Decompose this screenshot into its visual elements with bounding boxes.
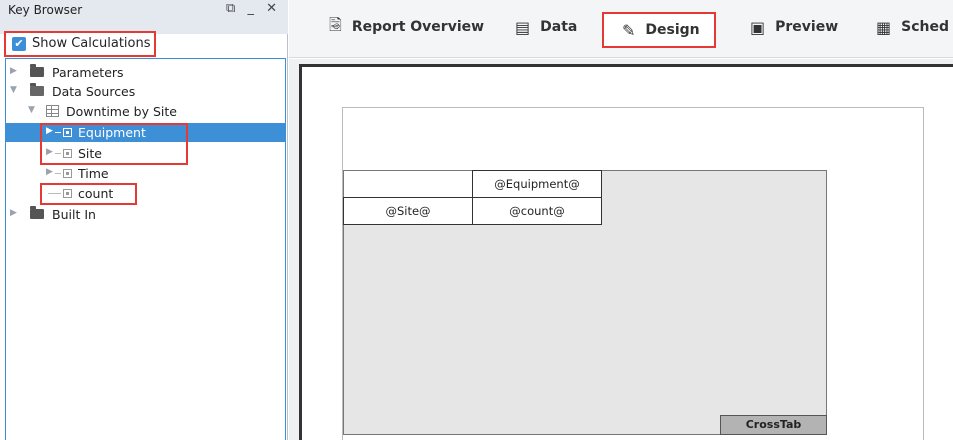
checkmark-icon[interactable]: ✔: [12, 37, 26, 51]
tree-item-label: Parameters: [52, 65, 124, 80]
table-icon: [46, 105, 59, 117]
tab-label: Preview: [775, 19, 839, 35]
field-icon: [63, 169, 72, 178]
tree-item-label: Downtime by Site: [66, 104, 177, 119]
tab-design[interactable]: ✎ Design: [602, 12, 716, 48]
key-browser-panel: Key Browser ⧉ _ ✕ ✔ Show Calculations ▶ …: [0, 0, 288, 440]
crosstab-component[interactable]: @Equipment@ @Site@ @count@ CrossTab: [343, 170, 827, 435]
tree-item-parameters[interactable]: ▶ Parameters: [6, 63, 285, 82]
key-browser-titlebar: Key Browser ⧉ _ ✕: [0, 0, 288, 34]
key-tree: ▶ Parameters ▼ Data Sources ▼ Downtime b…: [5, 58, 286, 440]
folder-icon: [30, 206, 44, 219]
tab-label: Design: [645, 22, 700, 38]
report-page[interactable]: @Equipment@ @Site@ @count@ CrossTab: [342, 107, 924, 440]
tree-connector: [55, 173, 61, 174]
tab-label: Sched: [901, 19, 949, 35]
folder-open-icon: [30, 83, 44, 96]
minimize-icon[interactable]: _: [247, 1, 258, 16]
image-icon: ▣: [750, 17, 766, 37]
expand-arrow-icon[interactable]: ▶: [10, 208, 17, 218]
tab-label: Data: [540, 19, 578, 35]
tree-item-downtime-by-site[interactable]: ▼ Downtime by Site: [6, 102, 285, 121]
crosstab-row-header[interactable]: @Site@: [343, 197, 473, 225]
tree-item-time[interactable]: ▶ Time: [6, 164, 285, 183]
tree-item-label: Time: [78, 166, 109, 181]
expand-arrow-icon[interactable]: ▶: [46, 167, 53, 177]
show-calculations-checkbox[interactable]: ✔ Show Calculations: [4, 31, 156, 57]
crosstab-label: CrossTab: [720, 415, 827, 435]
crosstab-column-header[interactable]: @Equipment@: [472, 170, 602, 198]
expand-arrow-icon[interactable]: ▶: [10, 66, 17, 76]
tree-item-built-in[interactable]: ▶ Built In: [6, 205, 285, 224]
report-tab-bar: 🗟 Report Overview ▤ Data ✎ Design ▣ Prev…: [289, 0, 953, 58]
highlight-equipment-site: [40, 123, 188, 165]
tab-preview[interactable]: ▣ Preview: [750, 8, 838, 46]
folder-icon: [30, 64, 44, 77]
canvas-page-area: @Equipment@ @Site@ @count@ CrossTab: [299, 64, 953, 440]
database-icon: ▤: [515, 17, 531, 37]
crosstab-corner: [344, 171, 473, 198]
panel-controls: ⧉ _ ✕: [226, 1, 281, 16]
tab-schedule[interactable]: ▦ Sched: [876, 8, 949, 46]
design-canvas: @Equipment@ @Site@ @count@ CrossTab: [289, 59, 953, 440]
show-calculations-label: Show Calculations: [32, 36, 151, 51]
tab-data[interactable]: ▤ Data: [515, 8, 577, 46]
key-browser-title: Key Browser: [8, 3, 83, 17]
collapse-arrow-icon[interactable]: ▼: [28, 105, 35, 115]
pencil-document-icon: ✎: [622, 20, 636, 40]
tab-label: Report Overview: [351, 19, 485, 35]
close-icon[interactable]: ✕: [266, 1, 281, 16]
tree-item-data-sources[interactable]: ▼ Data Sources: [6, 82, 285, 101]
tab-report-overview[interactable]: 🗟 Report Overview: [329, 8, 484, 46]
collapse-arrow-icon[interactable]: ▼: [10, 85, 17, 95]
crosstab-value-cell[interactable]: @count@: [472, 197, 602, 225]
magnifier-document-icon: 🗟: [329, 14, 342, 34]
restore-icon[interactable]: ⧉: [226, 1, 239, 16]
tree-item-label: Built In: [52, 207, 96, 222]
tree-item-label: Data Sources: [52, 84, 136, 99]
calendar-icon: ▦: [876, 17, 892, 37]
highlight-count: [40, 183, 137, 205]
